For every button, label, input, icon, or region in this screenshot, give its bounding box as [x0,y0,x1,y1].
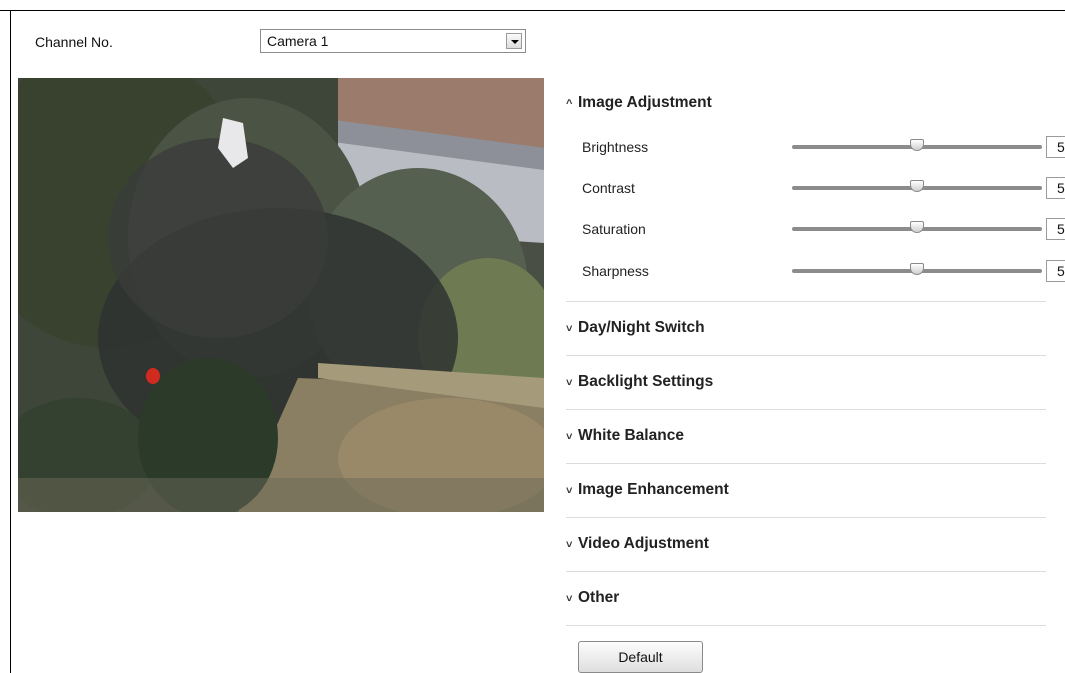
slider-row-saturation: Saturation 50 [582,218,1065,242]
section-day-night-switch: ˅ Day/Night Switch [566,302,1046,356]
section-title: Other [578,589,620,606]
section-title: Video Adjustment [578,535,709,552]
chevron-down-icon: ˅ [566,431,573,443]
slider-track-saturation[interactable] [792,221,1042,233]
section-title: Image Adjustment [578,94,712,111]
slider-value-brightness[interactable]: 50 [1046,136,1065,158]
slider-thumb-brightness[interactable] [910,139,924,151]
section-video-adjustment: ˅ Video Adjustment [566,518,1046,572]
section-title: Image Enhancement [578,481,729,498]
section-other: ˅ Other [566,572,1046,626]
slider-row-contrast: Contrast 50 [582,177,1065,201]
section-header-video-adjustment[interactable]: ˅ Video Adjustment [566,535,709,553]
section-header-white-balance[interactable]: ˅ White Balance [566,427,684,445]
chevron-up-icon: ^ [566,98,573,110]
slider-label-saturation: Saturation [582,221,646,237]
slider-track-brightness[interactable] [792,139,1042,151]
section-title: Backlight Settings [578,373,714,390]
channel-label: Channel No. [35,34,113,50]
section-image-enhancement: ˅ Image Enhancement [566,464,1046,518]
slider-track-contrast[interactable] [792,180,1042,192]
chevron-down-icon: ˅ [566,485,573,497]
video-preview [18,78,544,512]
slider-label-brightness: Brightness [582,139,649,155]
section-title: White Balance [578,427,684,444]
slider-track-sharpness[interactable] [792,263,1042,275]
settings-panel: ^ Image Adjustment Brightness 50 Contrast 50… [566,84,1065,626]
slider-thumb-sharpness[interactable] [910,263,924,275]
section-image-adjustment: ^ Image Adjustment Brightness 50 Contrast 50… [566,84,1065,302]
default-button[interactable]: Default [578,641,703,673]
channel-select[interactable]: Camera 1 [260,29,526,53]
section-header-day-night-switch[interactable]: ˅ Day/Night Switch [566,319,705,337]
slider-thumb-saturation[interactable] [910,221,924,233]
chevron-down-icon: ˅ [566,539,573,551]
chevron-down-icon: ˅ [566,377,573,389]
slider-label-sharpness: Sharpness [582,263,649,279]
section-title: Day/Night Switch [578,319,705,336]
section-header-image-enhancement[interactable]: ˅ Image Enhancement [566,481,729,499]
frame-border-top [0,10,1065,11]
section-header-backlight-settings[interactable]: ˅ Backlight Settings [566,373,713,391]
frame-border-left [10,10,11,673]
dropdown-arrow-icon[interactable] [506,33,522,49]
section-white-balance: ˅ White Balance [566,410,1046,464]
chevron-down-icon: ˅ [566,593,573,605]
slider-label-contrast: Contrast [582,180,635,196]
slider-row-sharpness: Sharpness 50 [582,260,1065,284]
section-header-other[interactable]: ˅ Other [566,589,619,607]
slider-value-sharpness[interactable]: 50 [1046,260,1065,282]
slider-value-saturation[interactable]: 50 [1046,218,1065,240]
channel-select-value: Camera 1 [267,33,329,49]
section-backlight-settings: ˅ Backlight Settings [566,356,1046,410]
section-header-image-adjustment[interactable]: ^ Image Adjustment [566,94,712,112]
slider-thumb-contrast[interactable] [910,180,924,192]
chevron-down-icon: ˅ [566,323,573,335]
slider-row-brightness: Brightness 50 [582,136,1065,160]
slider-value-contrast[interactable]: 50 [1046,177,1065,199]
